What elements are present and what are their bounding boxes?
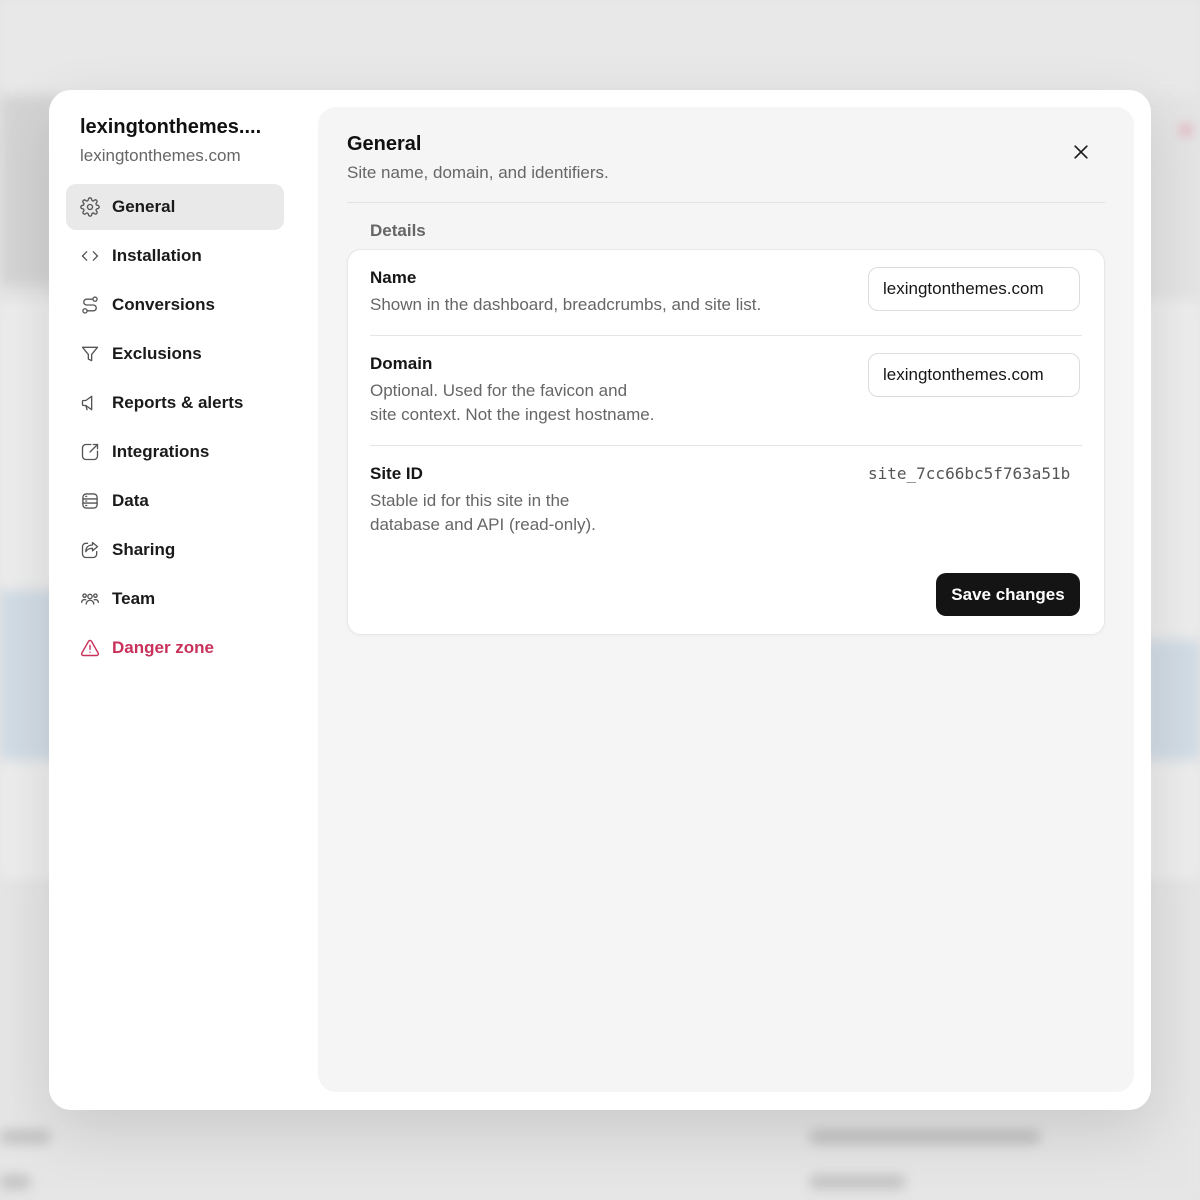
- users-icon: [80, 589, 100, 609]
- background-header: [0, 0, 1200, 95]
- background-chart-right: [1145, 640, 1200, 760]
- background-row: [0, 1130, 50, 1144]
- nav-label: Reports & alerts: [112, 393, 244, 412]
- page-title: General: [347, 133, 422, 155]
- nav-item-integrations[interactable]: Integrations: [66, 429, 284, 475]
- close-button[interactable]: [1066, 137, 1096, 167]
- share-icon: [80, 540, 100, 560]
- nav-label: Danger zone: [112, 638, 215, 657]
- nav-label: General: [112, 197, 176, 216]
- background-dot: [1182, 126, 1190, 134]
- code-icon: [80, 246, 100, 266]
- nav-item-data[interactable]: Data: [66, 478, 284, 524]
- site-id-description-line2: database and API (read-only).: [370, 515, 596, 534]
- domain-description-line2: site context. Not the ingest hostname.: [370, 405, 655, 424]
- database-icon: [80, 491, 100, 511]
- settings-nav: General Installation Conversions Exclusi…: [66, 184, 284, 674]
- site-domain: lexingtonthemes.com: [80, 146, 241, 165]
- gear-icon: [80, 197, 100, 217]
- nav-label: Conversions: [112, 295, 215, 314]
- row-divider: [370, 445, 1082, 446]
- nav-item-conversions[interactable]: Conversions: [66, 282, 284, 328]
- domain-description-line1: Optional. Used for the favicon and: [370, 381, 628, 400]
- domain-label: Domain: [370, 354, 433, 373]
- nav-label: Installation: [112, 246, 202, 265]
- nav-item-exclusions[interactable]: Exclusions: [66, 331, 284, 377]
- nav-item-danger-zone[interactable]: Danger zone: [66, 625, 284, 671]
- megaphone-icon: [80, 393, 100, 413]
- page-subtitle: Site name, domain, and identifiers.: [347, 163, 609, 182]
- nav-label: Integrations: [112, 442, 210, 461]
- filter-icon: [80, 344, 100, 364]
- warning-icon: [80, 638, 100, 658]
- nav-label: Sharing: [112, 540, 176, 559]
- name-input[interactable]: [868, 267, 1080, 311]
- background-row: [0, 1175, 30, 1189]
- header-divider: [347, 202, 1105, 203]
- close-icon: [1071, 142, 1091, 162]
- site-id-label: Site ID: [370, 464, 423, 483]
- nav-item-reports-alerts[interactable]: Reports & alerts: [66, 380, 284, 426]
- background-row: [810, 1175, 905, 1189]
- details-card: Name Shown in the dashboard, breadcrumbs…: [347, 249, 1105, 635]
- nav-label: Data: [112, 491, 149, 510]
- name-label: Name: [370, 268, 417, 287]
- nav-label: Team: [112, 589, 156, 608]
- name-description: Shown in the dashboard, breadcrumbs, and…: [370, 295, 762, 314]
- nav-item-general[interactable]: General: [66, 184, 284, 230]
- site-settings-modal: lexingtonthemes.... lexingtonthemes.com …: [49, 90, 1151, 1110]
- site-title: lexingtonthemes....: [80, 116, 262, 138]
- background-row: [810, 1130, 1040, 1144]
- row-divider: [370, 335, 1082, 336]
- nav-item-sharing[interactable]: Sharing: [66, 527, 284, 573]
- nav-label: Exclusions: [112, 344, 202, 363]
- route-icon: [80, 295, 100, 315]
- settings-content: General Site name, domain, and identifie…: [318, 107, 1134, 1092]
- nav-item-team[interactable]: Team: [66, 576, 284, 622]
- settings-sidebar: lexingtonthemes.... lexingtonthemes.com …: [49, 90, 317, 1110]
- section-label-details: Details: [370, 221, 426, 240]
- nav-item-installation[interactable]: Installation: [66, 233, 284, 279]
- external-link-icon: [80, 442, 100, 462]
- site-id-value: site_7cc66bc5f763a51b: [868, 464, 1071, 483]
- domain-input[interactable]: [868, 353, 1080, 397]
- site-id-description-line1: Stable id for this site in the: [370, 491, 570, 510]
- save-changes-button[interactable]: Save changes: [936, 573, 1080, 616]
